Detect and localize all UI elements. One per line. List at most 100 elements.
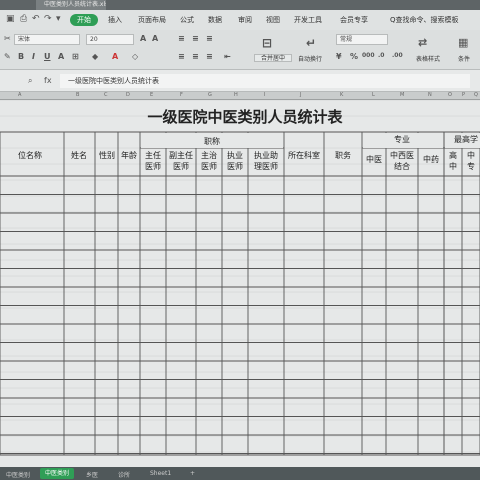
font-size-select[interactable]: 20 — [86, 34, 134, 45]
header-zhicheng[interactable]: 职称 — [140, 136, 284, 147]
header-line: 专 — [467, 162, 475, 171]
align-center-icon[interactable]: ≡ — [192, 52, 199, 61]
format-painter-icon[interactable]: ✎ — [4, 52, 11, 61]
column-header[interactable]: E — [150, 92, 153, 98]
erase-icon[interactable]: ◇ — [132, 52, 138, 61]
tab-home[interactable]: 开始 — [70, 14, 98, 26]
font-color-icon[interactable]: A — [112, 52, 118, 61]
header-zhuanye[interactable]: 专业 — [362, 134, 442, 145]
merge-center-button[interactable]: 合并居中 — [254, 54, 292, 62]
font-name-select[interactable]: 宋体 — [14, 34, 80, 45]
conditional-format-button[interactable]: 条件 — [458, 54, 470, 63]
header-zhongzhuan[interactable]: 中 专 — [462, 150, 480, 172]
formula-input[interactable]: 一级医院中医类别人员统计表 — [60, 74, 470, 88]
header-name[interactable]: 姓名 — [64, 150, 94, 161]
sheet-tab[interactable]: Sheet1 — [150, 470, 171, 477]
decrease-decimal-icon[interactable]: .00 — [392, 52, 403, 59]
align-left-icon[interactable]: ≡ — [178, 52, 185, 61]
redo-icon[interactable]: ↷ — [44, 14, 52, 24]
sheet-tab[interactable]: 中医类别 — [6, 470, 30, 479]
indent-icon[interactable]: ⇤ — [224, 52, 231, 61]
grow-font-icon[interactable]: A — [140, 34, 146, 43]
conditional-format-icon[interactable]: ▦ — [458, 36, 468, 49]
column-header[interactable]: K — [340, 92, 343, 98]
sheet-tab-active[interactable]: 中医类别 — [40, 468, 74, 479]
tab-member[interactable]: 会员专享 — [340, 15, 368, 25]
header-zuigao[interactable]: 最高学 — [444, 134, 480, 145]
currency-icon[interactable]: ¥ — [336, 52, 342, 61]
sheet-tab[interactable]: 诊所 — [118, 470, 130, 479]
header-zhuzhi[interactable]: 主治 医师 — [196, 150, 222, 172]
italic-icon[interactable]: I — [32, 52, 35, 61]
save-icon[interactable]: ▣ — [6, 14, 15, 24]
header-gender[interactable]: 性别 — [95, 150, 119, 161]
column-header[interactable]: I — [264, 92, 265, 98]
tab-data[interactable]: 数据 — [208, 15, 222, 25]
document-tab[interactable]: 中医类别人员统计表.xlsx — [36, 0, 106, 10]
tab-developer[interactable]: 开发工具 — [294, 15, 322, 25]
header-zhongyao[interactable]: 中药 — [418, 154, 444, 165]
wrap-text-button[interactable]: 自动换行 — [298, 54, 322, 63]
dropdown-icon[interactable]: ▾ — [56, 14, 61, 24]
format-conversion-icon[interactable]: ⇄ — [418, 36, 427, 49]
search-command-box[interactable]: Q查找命令、搜索模板 — [390, 15, 459, 25]
border-icon[interactable]: ⊞ — [72, 52, 79, 61]
header-zhongxi[interactable]: 中西医 结合 — [386, 150, 418, 172]
tab-page-layout[interactable]: 页面布局 — [138, 15, 166, 25]
cut-icon[interactable]: ✂ — [4, 34, 11, 43]
print-icon[interactable]: ⎙ — [20, 14, 27, 24]
header-zhiye[interactable]: 执业 医师 — [222, 150, 248, 172]
column-header[interactable]: M — [400, 92, 404, 98]
name-box[interactable] — [0, 74, 22, 87]
shrink-font-icon[interactable]: A — [152, 34, 158, 43]
percent-icon[interactable]: % — [350, 52, 358, 61]
column-header[interactable]: P — [462, 92, 465, 98]
header-zhiwu[interactable]: 职务 — [324, 150, 362, 161]
column-header[interactable]: F — [180, 92, 183, 98]
thousands-icon[interactable]: 000 — [362, 52, 375, 59]
header-fuzhuren[interactable]: 副主任 医师 — [166, 150, 196, 172]
align-right-icon[interactable]: ≡ — [206, 52, 213, 61]
tab-review[interactable]: 审阅 — [238, 15, 252, 25]
column-header[interactable]: Q — [474, 92, 478, 98]
fx-icon[interactable]: fx — [44, 76, 52, 85]
header-keshi[interactable]: 所在科室 — [284, 150, 324, 161]
number-format-select[interactable]: 常规 — [336, 34, 388, 45]
column-header[interactable]: L — [372, 92, 375, 98]
align-bottom-icon[interactable]: ≡ — [206, 34, 213, 43]
column-header[interactable]: B — [76, 92, 79, 98]
increase-decimal-icon[interactable]: .0 — [378, 52, 384, 59]
sheet-title[interactable]: 一级医院中医类别人员统计表 — [110, 106, 380, 127]
column-header[interactable]: J — [300, 92, 301, 98]
table-style-button[interactable]: 表格样式 — [416, 54, 440, 63]
column-header[interactable]: C — [104, 92, 108, 98]
fill-color-icon[interactable]: ◆ — [92, 52, 98, 61]
bold-icon[interactable]: B — [18, 52, 24, 61]
merge-center-icon[interactable]: ⊟ — [262, 36, 272, 50]
undo-icon[interactable]: ↶ — [32, 14, 40, 24]
header-unit[interactable]: 位名称 — [0, 150, 60, 161]
header-zhuren[interactable]: 主任 医师 — [140, 150, 166, 172]
zoom-icon[interactable]: ⌕ — [28, 76, 32, 86]
tab-insert[interactable]: 插入 — [108, 15, 122, 25]
underline-icon[interactable]: U — [44, 52, 51, 61]
tab-formulas[interactable]: 公式 — [180, 15, 194, 25]
align-middle-icon[interactable]: ≡ — [192, 34, 199, 43]
header-zhongyi[interactable]: 中医 — [362, 154, 386, 165]
column-header[interactable]: N — [428, 92, 432, 98]
strikethrough-icon[interactable]: A — [58, 52, 64, 61]
column-header[interactable]: G — [208, 92, 212, 98]
tab-view[interactable]: 视图 — [266, 15, 280, 25]
header-age[interactable]: 年龄 — [118, 150, 140, 161]
wrap-text-icon[interactable]: ↵ — [306, 36, 316, 50]
add-sheet-button[interactable]: + — [190, 470, 195, 477]
spreadsheet-grid[interactable]: 一级医院中医类别人员统计表 位名称 姓名 性别 年龄 职称 主任 医师 副主任 … — [0, 100, 480, 467]
column-header[interactable]: D — [126, 92, 130, 98]
align-top-icon[interactable]: ≡ — [178, 34, 185, 43]
header-zhuli[interactable]: 执业助 理医师 — [248, 150, 284, 172]
column-header[interactable]: H — [234, 92, 238, 98]
sheet-tab[interactable]: 乡医 — [86, 470, 98, 479]
column-header[interactable]: A — [18, 92, 21, 98]
header-gaozhong[interactable]: 高 中 — [444, 150, 462, 172]
column-header[interactable]: O — [448, 92, 452, 98]
